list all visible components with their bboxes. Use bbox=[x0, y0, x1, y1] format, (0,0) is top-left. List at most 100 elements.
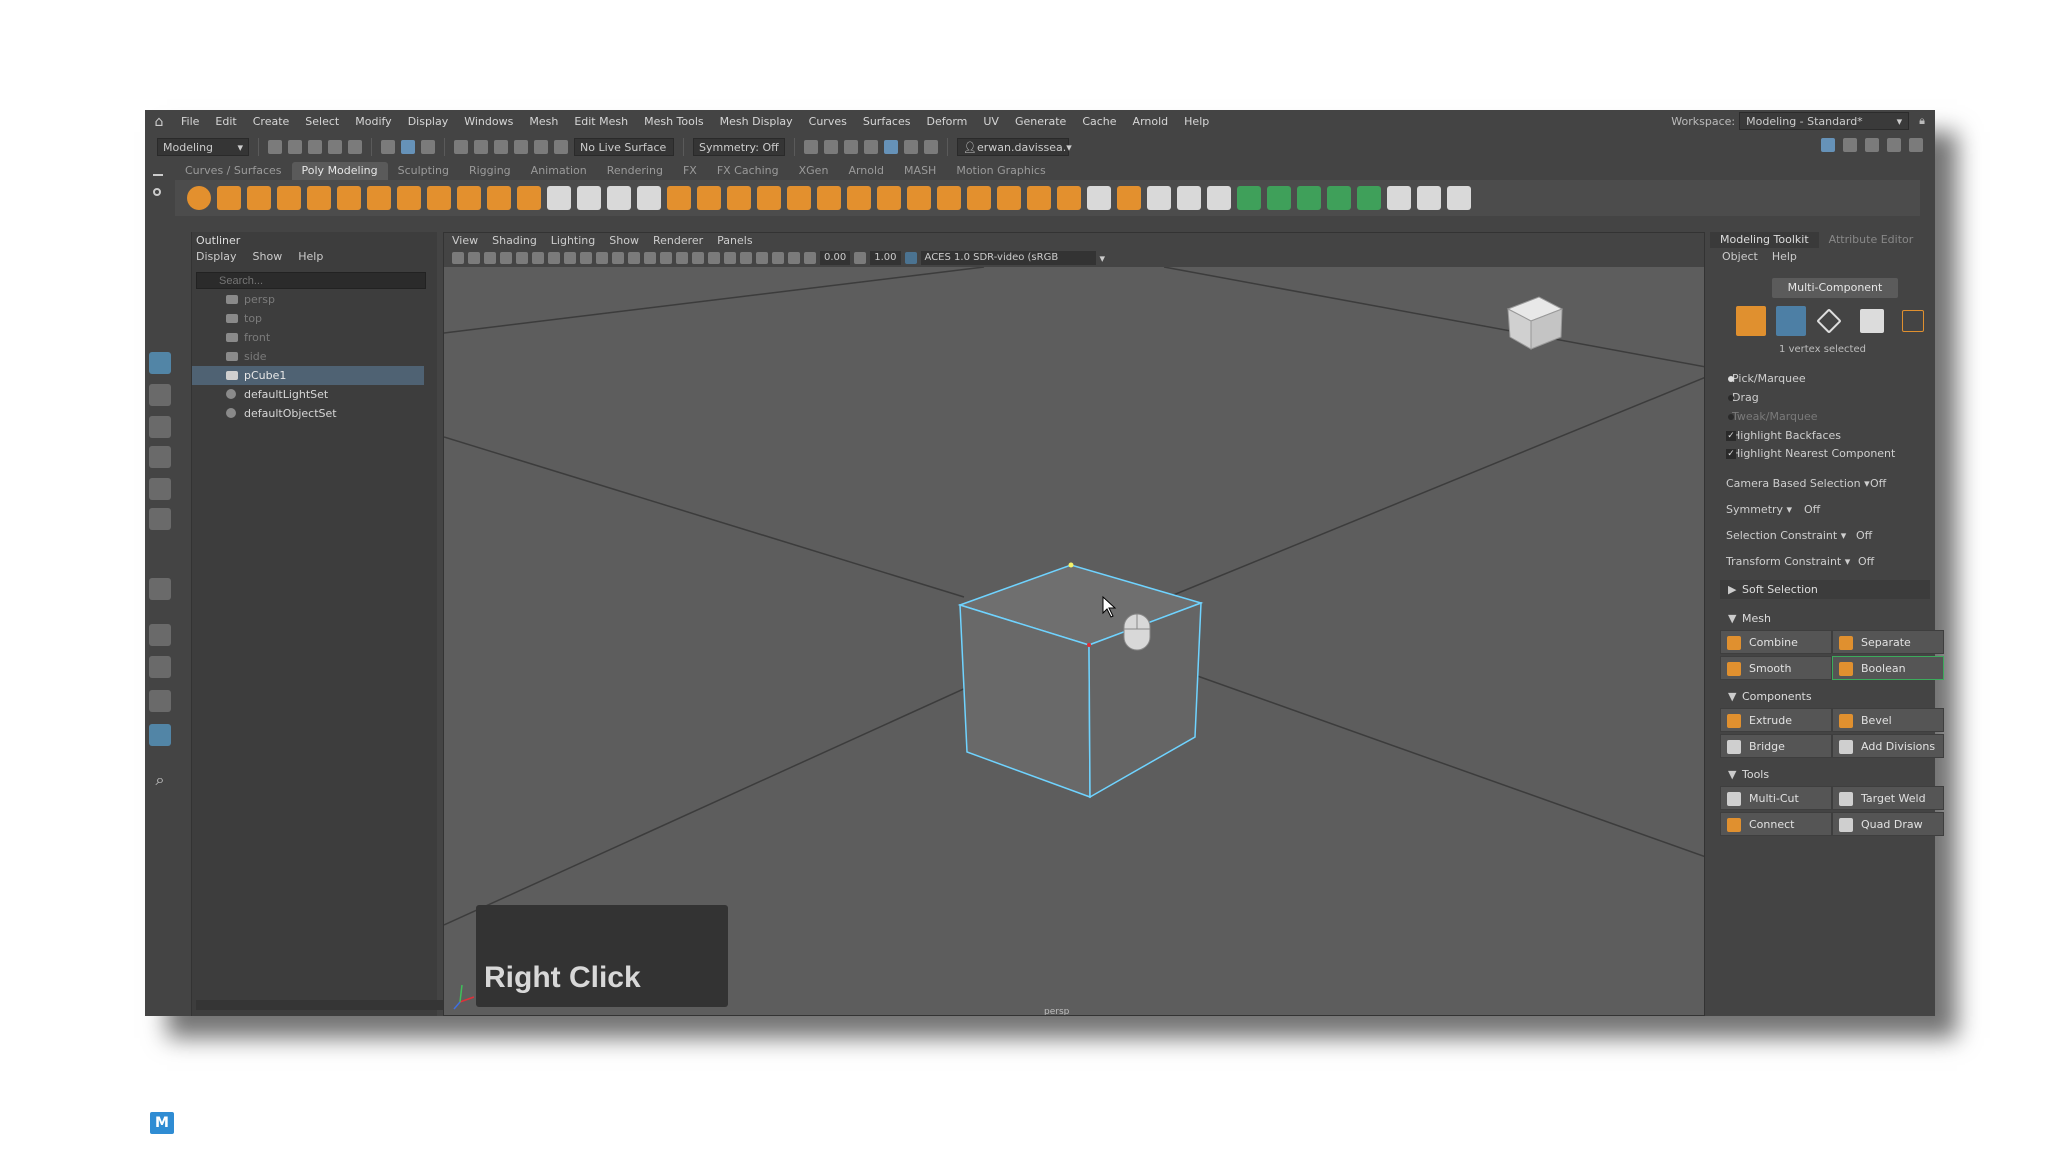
outliner-item[interactable]: top bbox=[192, 309, 424, 328]
selected-vertex[interactable] bbox=[1068, 562, 1074, 568]
resolution-gate-icon[interactable] bbox=[548, 252, 560, 264]
menu-file[interactable]: File bbox=[173, 110, 207, 134]
menu-edit[interactable]: Edit bbox=[207, 110, 244, 134]
tab-modeling-toolkit[interactable]: Modeling Toolkit bbox=[1710, 232, 1819, 248]
poly-sphere-icon[interactable] bbox=[187, 186, 211, 210]
layout-icon[interactable] bbox=[149, 578, 171, 600]
extrude-button[interactable]: Extrude bbox=[1720, 708, 1832, 732]
safe-title-icon[interactable] bbox=[612, 252, 624, 264]
menu-uv[interactable]: UV bbox=[975, 110, 1007, 134]
edge-loop-icon[interactable] bbox=[1177, 186, 1201, 210]
multi-cut-button[interactable]: Multi-Cut bbox=[1720, 786, 1832, 810]
field-chart-icon[interactable] bbox=[580, 252, 592, 264]
outliner-view-icon[interactable] bbox=[149, 724, 171, 746]
transform-constraint-row[interactable]: Transform Constraint ▾ Off bbox=[1726, 553, 1926, 571]
smooth-shade-icon[interactable] bbox=[644, 252, 656, 264]
undo-icon[interactable] bbox=[328, 140, 342, 154]
extrude-icon[interactable] bbox=[877, 186, 901, 210]
wireframe-on-shaded-icon[interactable] bbox=[660, 252, 672, 264]
shelf-tab-sculpting[interactable]: Sculpting bbox=[388, 162, 459, 180]
poly-text-icon[interactable] bbox=[487, 186, 511, 210]
new-scene-icon[interactable] bbox=[268, 140, 282, 154]
select-hierarchy-icon[interactable] bbox=[381, 140, 395, 154]
menu-cache[interactable]: Cache bbox=[1074, 110, 1124, 134]
checker-icon[interactable] bbox=[1387, 186, 1411, 210]
poly-cube-icon[interactable] bbox=[217, 186, 241, 210]
menu-arnold[interactable]: Arnold bbox=[1125, 110, 1177, 134]
lock-icon[interactable]: 🔒︎ bbox=[1919, 114, 1925, 128]
svg-icon[interactable] bbox=[517, 186, 541, 210]
view-cube[interactable] bbox=[1506, 296, 1564, 350]
smooth-icon[interactable] bbox=[727, 186, 751, 210]
quad-draw-button[interactable]: Quad Draw bbox=[1832, 812, 1944, 836]
target-weld-icon[interactable] bbox=[1207, 186, 1231, 210]
viewport-menu-lighting[interactable]: Lighting bbox=[551, 233, 595, 249]
gamma-field[interactable]: 1.00 bbox=[870, 251, 901, 265]
edge-mode-icon[interactable] bbox=[1816, 308, 1842, 334]
menu-surfaces[interactable]: Surfaces bbox=[855, 110, 919, 134]
safe-action-icon[interactable] bbox=[596, 252, 608, 264]
separate-button[interactable]: Separate bbox=[1832, 630, 1944, 654]
platonic-solid-icon[interactable] bbox=[397, 186, 421, 210]
poly-cylinder-icon[interactable] bbox=[247, 186, 271, 210]
anti-aliasing-icon[interactable] bbox=[756, 252, 768, 264]
cube-mesh[interactable] bbox=[957, 562, 1204, 799]
ipr-render-icon[interactable] bbox=[884, 140, 898, 154]
viewport-menu-view[interactable]: View bbox=[452, 233, 478, 249]
highlight-backfaces-checkbox[interactable]: ✓ Highlight Backfaces bbox=[1726, 429, 1841, 442]
menu-select[interactable]: Select bbox=[297, 110, 347, 134]
snap-curve-icon[interactable] bbox=[474, 140, 488, 154]
combine-button[interactable]: Combine bbox=[1720, 630, 1832, 654]
tools-section-header[interactable]: ▼ Tools bbox=[1720, 765, 1930, 784]
select-object-icon[interactable] bbox=[401, 140, 415, 154]
mirror-icon[interactable] bbox=[757, 186, 781, 210]
freeze-transform-icon[interactable] bbox=[637, 186, 661, 210]
shelf-tab-curves-surfaces[interactable]: Curves / Surfaces bbox=[175, 162, 292, 180]
select-component-icon[interactable] bbox=[421, 140, 435, 154]
remesh-icon[interactable] bbox=[817, 186, 841, 210]
boolean-button[interactable]: Boolean bbox=[1832, 656, 1944, 680]
cut-uv-icon[interactable] bbox=[1417, 186, 1441, 210]
menuset-dropdown[interactable]: Modeling ▾ bbox=[157, 138, 249, 156]
viewport-menu-renderer[interactable]: Renderer bbox=[653, 233, 703, 249]
snap-point-icon[interactable] bbox=[494, 140, 508, 154]
outliner-search-input[interactable] bbox=[196, 272, 426, 289]
snap-view-icon[interactable] bbox=[514, 140, 528, 154]
toolkit-menu-help[interactable]: Help bbox=[1772, 248, 1797, 266]
camera-based-selection-row[interactable]: Camera Based Selection ▾ Off bbox=[1726, 475, 1926, 493]
connect-button[interactable]: Connect bbox=[1720, 812, 1832, 836]
multi-cut-icon[interactable] bbox=[1147, 186, 1171, 210]
menu-modify[interactable]: Modify bbox=[347, 110, 399, 134]
rotate-tool-icon[interactable] bbox=[149, 478, 171, 500]
shadows-icon[interactable] bbox=[724, 252, 736, 264]
add-divisions-button[interactable]: Add Divisions bbox=[1832, 734, 1944, 758]
super-shape-icon[interactable] bbox=[427, 186, 451, 210]
render-view-icon[interactable] bbox=[824, 140, 838, 154]
search-icon[interactable]: ⌕ bbox=[149, 770, 171, 792]
live-surface-field[interactable]: No Live Surface bbox=[574, 138, 674, 156]
outliner-menu-help[interactable]: Help bbox=[298, 250, 323, 263]
channel-box-toggle-icon[interactable] bbox=[1887, 138, 1901, 152]
home-icon[interactable]: ⌂ bbox=[145, 114, 173, 130]
film-gate-icon[interactable] bbox=[532, 252, 544, 264]
centre-pivot-icon[interactable] bbox=[607, 186, 631, 210]
soft-selection-frame[interactable]: ▶ Soft Selection bbox=[1720, 580, 1930, 599]
shelf-tab-fx[interactable]: FX bbox=[673, 162, 707, 180]
outliner-item[interactable]: persp bbox=[192, 290, 424, 309]
mesh-tool-icon[interactable] bbox=[577, 186, 601, 210]
camera-select-icon[interactable] bbox=[452, 252, 464, 264]
exposure-field[interactable]: 0.00 bbox=[820, 251, 851, 265]
menu-mesh[interactable]: Mesh bbox=[521, 110, 566, 134]
menu-curves[interactable]: Curves bbox=[801, 110, 855, 134]
pick-marquee-radio[interactable]: Pick/Marquee bbox=[1728, 372, 1806, 385]
vertex[interactable] bbox=[1087, 643, 1091, 647]
menu-deform[interactable]: Deform bbox=[918, 110, 975, 134]
shelf-tab-rendering[interactable]: Rendering bbox=[597, 162, 673, 180]
outliner-item[interactable]: defaultLightSet bbox=[192, 385, 424, 404]
xray-joints-icon[interactable] bbox=[788, 252, 800, 264]
sweep-mesh-icon[interactable] bbox=[457, 186, 481, 210]
camera-attributes-icon[interactable] bbox=[468, 252, 480, 264]
view-transform-dropdown[interactable]: ACES 1.0 SDR-video (sRGB bbox=[920, 251, 1096, 265]
grid-icon[interactable] bbox=[516, 252, 528, 264]
fill-hole-icon[interactable] bbox=[997, 186, 1021, 210]
